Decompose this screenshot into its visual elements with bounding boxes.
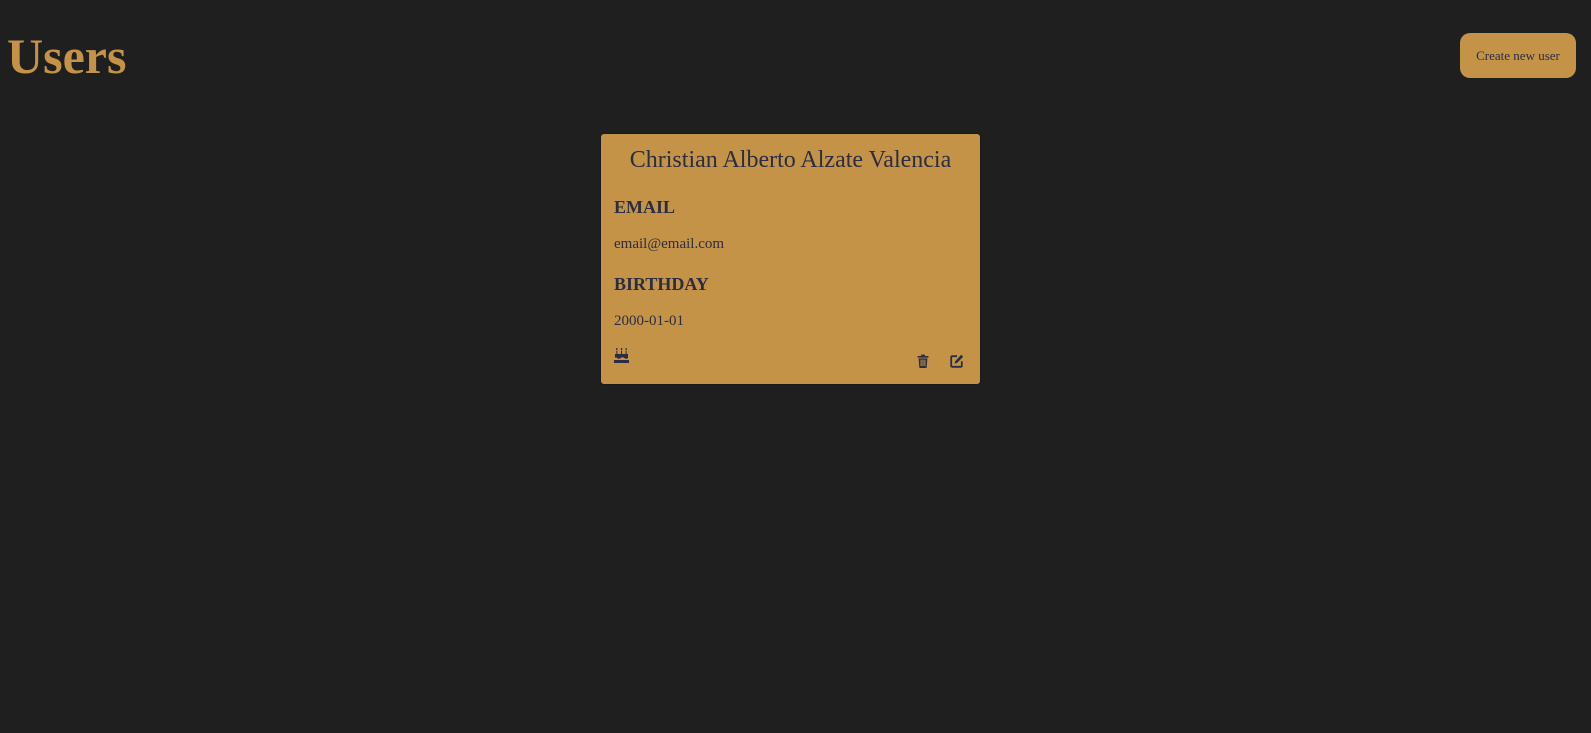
birthday-label: BIRTHDAY: [614, 274, 709, 294]
trash-icon: [917, 354, 929, 368]
delete-user-button[interactable]: [914, 352, 932, 370]
birthday-value: 2000-01-01: [614, 313, 684, 329]
create-new-user-button[interactable]: Create new user: [1460, 33, 1576, 78]
user-name: Christian Alberto Alzate Valencia: [629, 147, 952, 173]
page-title: Users: [7, 28, 127, 84]
email-value: email@email.com: [614, 236, 725, 252]
user-card: Christian Alberto Alzate Valencia EMAIL …: [601, 134, 980, 384]
edit-user-button[interactable]: [948, 352, 966, 370]
email-label: EMAIL: [614, 197, 676, 217]
cake-icon: [614, 348, 629, 363]
edit-icon: [950, 354, 964, 368]
